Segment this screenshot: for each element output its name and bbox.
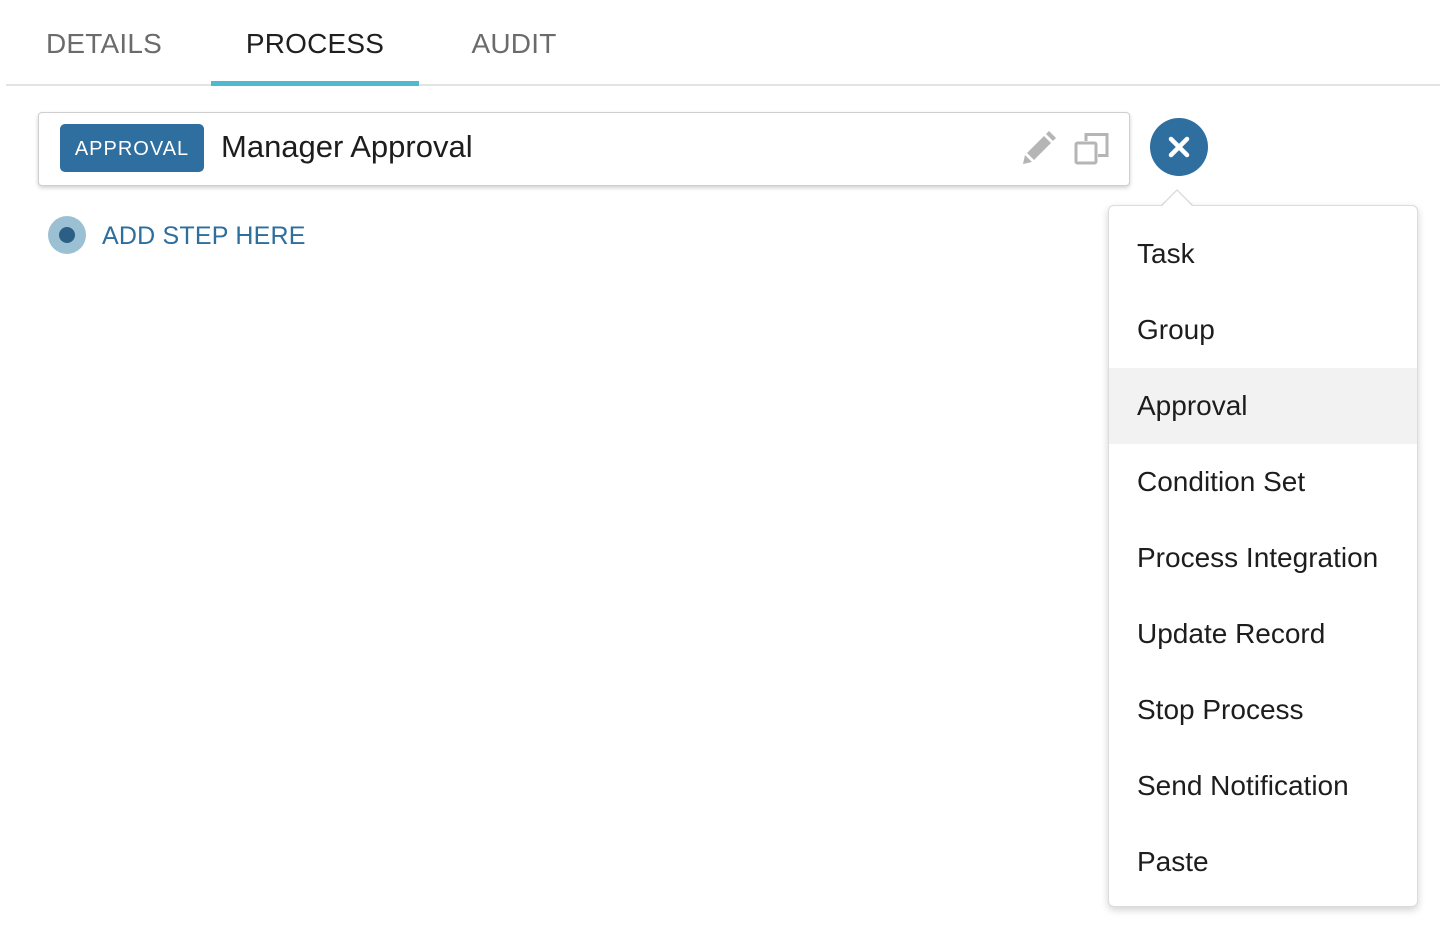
menu-item-condition-set[interactable]: Condition Set [1109,444,1417,520]
pencil-icon[interactable] [1019,130,1057,168]
tab-details[interactable]: DETAILS [36,0,172,84]
step-type-badge: APPROVAL [60,124,204,172]
tab-audit[interactable]: AUDIT [456,0,572,84]
menu-item-update-record[interactable]: Update Record [1109,596,1417,672]
menu-pointer-fill [1161,191,1193,207]
menu-item-send-notification[interactable]: Send Notification [1109,748,1417,824]
step-name: Manager Approval [221,129,473,164]
menu-item-task[interactable]: Task [1109,216,1417,292]
close-button[interactable] [1150,118,1208,176]
step-type-menu-list: Task Group Approval Condition Set Proces… [1109,216,1417,900]
menu-item-paste[interactable]: Paste [1109,824,1417,900]
menu-item-approval[interactable]: Approval [1109,368,1417,444]
step-type-menu: Task Group Approval Condition Set Proces… [1108,205,1418,907]
tab-process[interactable]: PROCESS [211,0,419,86]
add-step-dot-icon [48,216,86,254]
process-step-card[interactable]: APPROVAL Manager Approval [38,112,1130,186]
menu-item-group[interactable]: Group [1109,292,1417,368]
process-page: DETAILS PROCESS AUDIT APPROVAL Manager A… [0,0,1440,950]
close-icon [1168,136,1190,158]
duplicate-icon[interactable] [1073,130,1111,168]
menu-item-process-integration[interactable]: Process Integration [1109,520,1417,596]
menu-item-stop-process[interactable]: Stop Process [1109,672,1417,748]
tab-bar: DETAILS PROCESS AUDIT [6,0,1440,86]
add-step-label: ADD STEP HERE [102,222,306,250]
